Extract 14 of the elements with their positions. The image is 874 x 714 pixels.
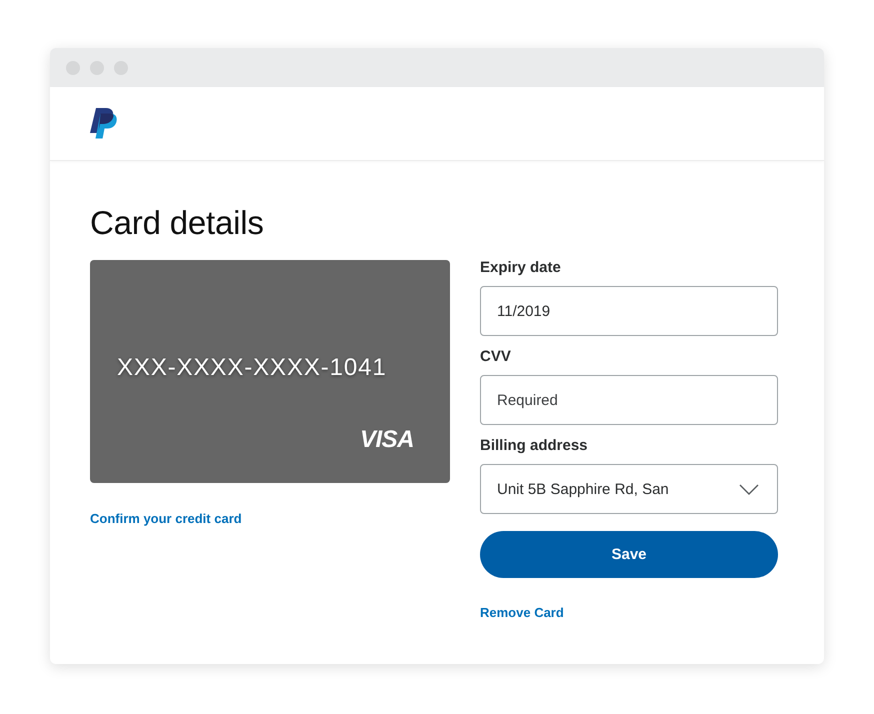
remove-card-link[interactable]: Remove Card	[480, 605, 564, 621]
card-number: XXX-XXXX-XXXX-1041	[117, 353, 387, 383]
logo-icon	[90, 108, 117, 139]
save-button[interactable]: Save	[480, 531, 778, 578]
chevron-down-icon	[739, 484, 759, 494]
card-brand: VISA	[360, 427, 414, 453]
confirm-card-link[interactable]: Confirm your credit card	[90, 511, 242, 527]
page-title: Card details	[90, 203, 265, 243]
field-label: Billing address	[480, 436, 588, 456]
input-field[interactable]: 11/2019	[480, 286, 778, 336]
dropdown[interactable]: Unit 5B Sapphire Rd, San	[480, 464, 778, 514]
field-label: CVV	[480, 347, 511, 367]
input-field[interactable]: Required	[480, 375, 778, 425]
field-label: Expiry date	[480, 258, 561, 278]
